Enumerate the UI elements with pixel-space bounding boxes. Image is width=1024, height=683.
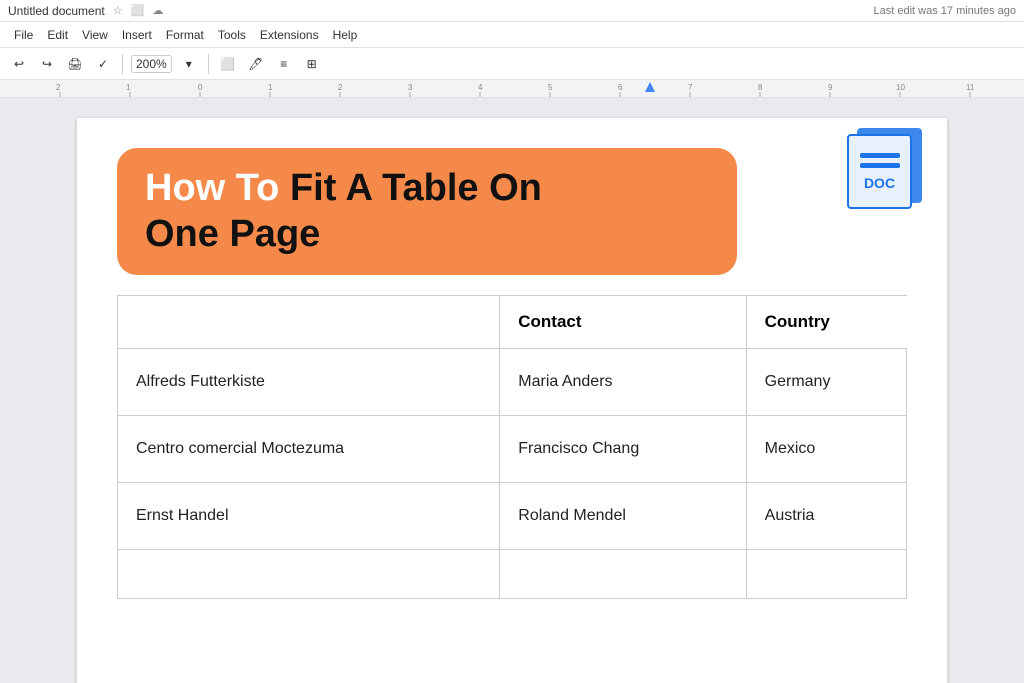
- heading-black-2: One Page: [145, 213, 331, 255]
- paint-format-button[interactable]: 🖊: [245, 53, 267, 75]
- svg-text:4: 4: [478, 83, 483, 92]
- document-page: DOC How To Fit A Table On One Page In Go…: [77, 118, 947, 683]
- cell-country-1: Germany: [746, 349, 906, 416]
- heading-orange: In Google Docs: [331, 213, 610, 255]
- undo-button[interactable]: ↩: [8, 53, 30, 75]
- cell-company-1: Alfreds Futterkiste: [118, 349, 500, 416]
- menu-edit[interactable]: Edit: [41, 26, 74, 44]
- heading-white-1: How To: [145, 167, 290, 209]
- last-edit-text: Last edit was 17 minutes ago: [874, 5, 1016, 17]
- svg-text:2: 2: [338, 83, 343, 92]
- cell-country-4: [746, 550, 906, 599]
- table-header-row: Contact Country: [118, 296, 907, 349]
- table-row: Ernst Handel Roland Mendel Austria: [118, 483, 907, 550]
- cell-contact-1: Maria Anders: [500, 349, 746, 416]
- col-header-country: Country: [746, 296, 906, 349]
- table-row: Alfreds Futterkiste Maria Anders Germany: [118, 349, 907, 416]
- cloud-icon[interactable]: ☁: [152, 4, 163, 17]
- heading-text: How To Fit A Table On One Page In Google…: [145, 166, 709, 257]
- doc-icon: DOC: [847, 128, 937, 218]
- svg-text:2: 2: [56, 83, 61, 92]
- page-area: DOC How To Fit A Table On One Page In Go…: [0, 98, 1024, 683]
- doc-icon-inner: DOC: [847, 128, 922, 213]
- svg-text:8: 8: [758, 83, 763, 92]
- svg-text:5: 5: [548, 83, 553, 92]
- svg-text:0: 0: [198, 83, 203, 92]
- toolbar-sep-1: [122, 54, 123, 74]
- menu-insert[interactable]: Insert: [116, 26, 158, 44]
- print-button[interactable]: 🖨: [64, 53, 86, 75]
- table-row: [118, 550, 907, 599]
- svg-text:11: 11: [966, 83, 975, 92]
- indent-button[interactable]: ⊞: [301, 53, 323, 75]
- align-left-button[interactable]: ≡: [273, 53, 295, 75]
- heading-black-1: Fit A Table On: [290, 167, 542, 209]
- doc-page-front: DOC: [847, 134, 912, 209]
- toolbar: ↩ ↪ 🖨 ✓ 200% ▾ ⬜ 🖊 ≡ ⊞: [0, 48, 1024, 80]
- zoom-dropdown-icon[interactable]: ▾: [178, 53, 200, 75]
- cell-company-3: Ernst Handel: [118, 483, 500, 550]
- cell-contact-4: [500, 550, 746, 599]
- svg-text:1: 1: [126, 83, 131, 92]
- svg-text:6: 6: [618, 83, 623, 92]
- menu-tools[interactable]: Tools: [212, 26, 252, 44]
- folder-icon[interactable]: ⬜: [131, 4, 145, 17]
- doc-line-1: [860, 153, 900, 158]
- table-row: Centro comercial Moctezuma Francisco Cha…: [118, 416, 907, 483]
- page-break-button[interactable]: ⬜: [217, 53, 239, 75]
- cell-company-4: [118, 550, 500, 599]
- svg-text:7: 7: [688, 83, 693, 92]
- toolbar-sep-2: [208, 54, 209, 74]
- svg-text:9: 9: [828, 83, 833, 92]
- heading-banner: How To Fit A Table On One Page In Google…: [117, 148, 737, 275]
- cell-country-2: Mexico: [746, 416, 906, 483]
- col-header-contact: Contact: [500, 296, 746, 349]
- menu-view[interactable]: View: [76, 26, 114, 44]
- cell-contact-3: Roland Mendel: [500, 483, 746, 550]
- col-header-company: [118, 296, 500, 349]
- doc-label: DOC: [864, 175, 895, 191]
- redo-button[interactable]: ↪: [36, 53, 58, 75]
- cell-company-2: Centro comercial Moctezuma: [118, 416, 500, 483]
- cell-country-3: Austria: [746, 483, 906, 550]
- menu-format[interactable]: Format: [160, 26, 210, 44]
- svg-text:3: 3: [408, 83, 413, 92]
- svg-text:1: 1: [268, 83, 273, 92]
- ruler: 2 1 0 1 2 3 4 5 6 7 8 9 10 11: [0, 80, 1024, 98]
- document-title[interactable]: Untitled document: [8, 4, 105, 18]
- menu-extensions[interactable]: Extensions: [254, 26, 325, 44]
- star-icon[interactable]: ☆: [113, 4, 123, 17]
- svg-text:10: 10: [896, 83, 905, 92]
- menu-file[interactable]: File: [8, 26, 39, 44]
- cell-contact-2: Francisco Chang: [500, 416, 746, 483]
- table-container: Contact Country Alfreds Futterkiste Mari…: [117, 295, 907, 599]
- menu-help[interactable]: Help: [327, 26, 364, 44]
- top-bar: Untitled document ☆ ⬜ ☁ Last edit was 17…: [0, 0, 1024, 22]
- menu-bar: File Edit View Insert Format Tools Exten…: [0, 22, 1024, 48]
- doc-line-2: [860, 163, 900, 168]
- zoom-selector[interactable]: 200%: [131, 55, 172, 73]
- data-table: Contact Country Alfreds Futterkiste Mari…: [117, 295, 907, 599]
- ruler-svg: 2 1 0 1 2 3 4 5 6 7 8 9 10 11: [0, 80, 1024, 97]
- spellcheck-button[interactable]: ✓: [92, 53, 114, 75]
